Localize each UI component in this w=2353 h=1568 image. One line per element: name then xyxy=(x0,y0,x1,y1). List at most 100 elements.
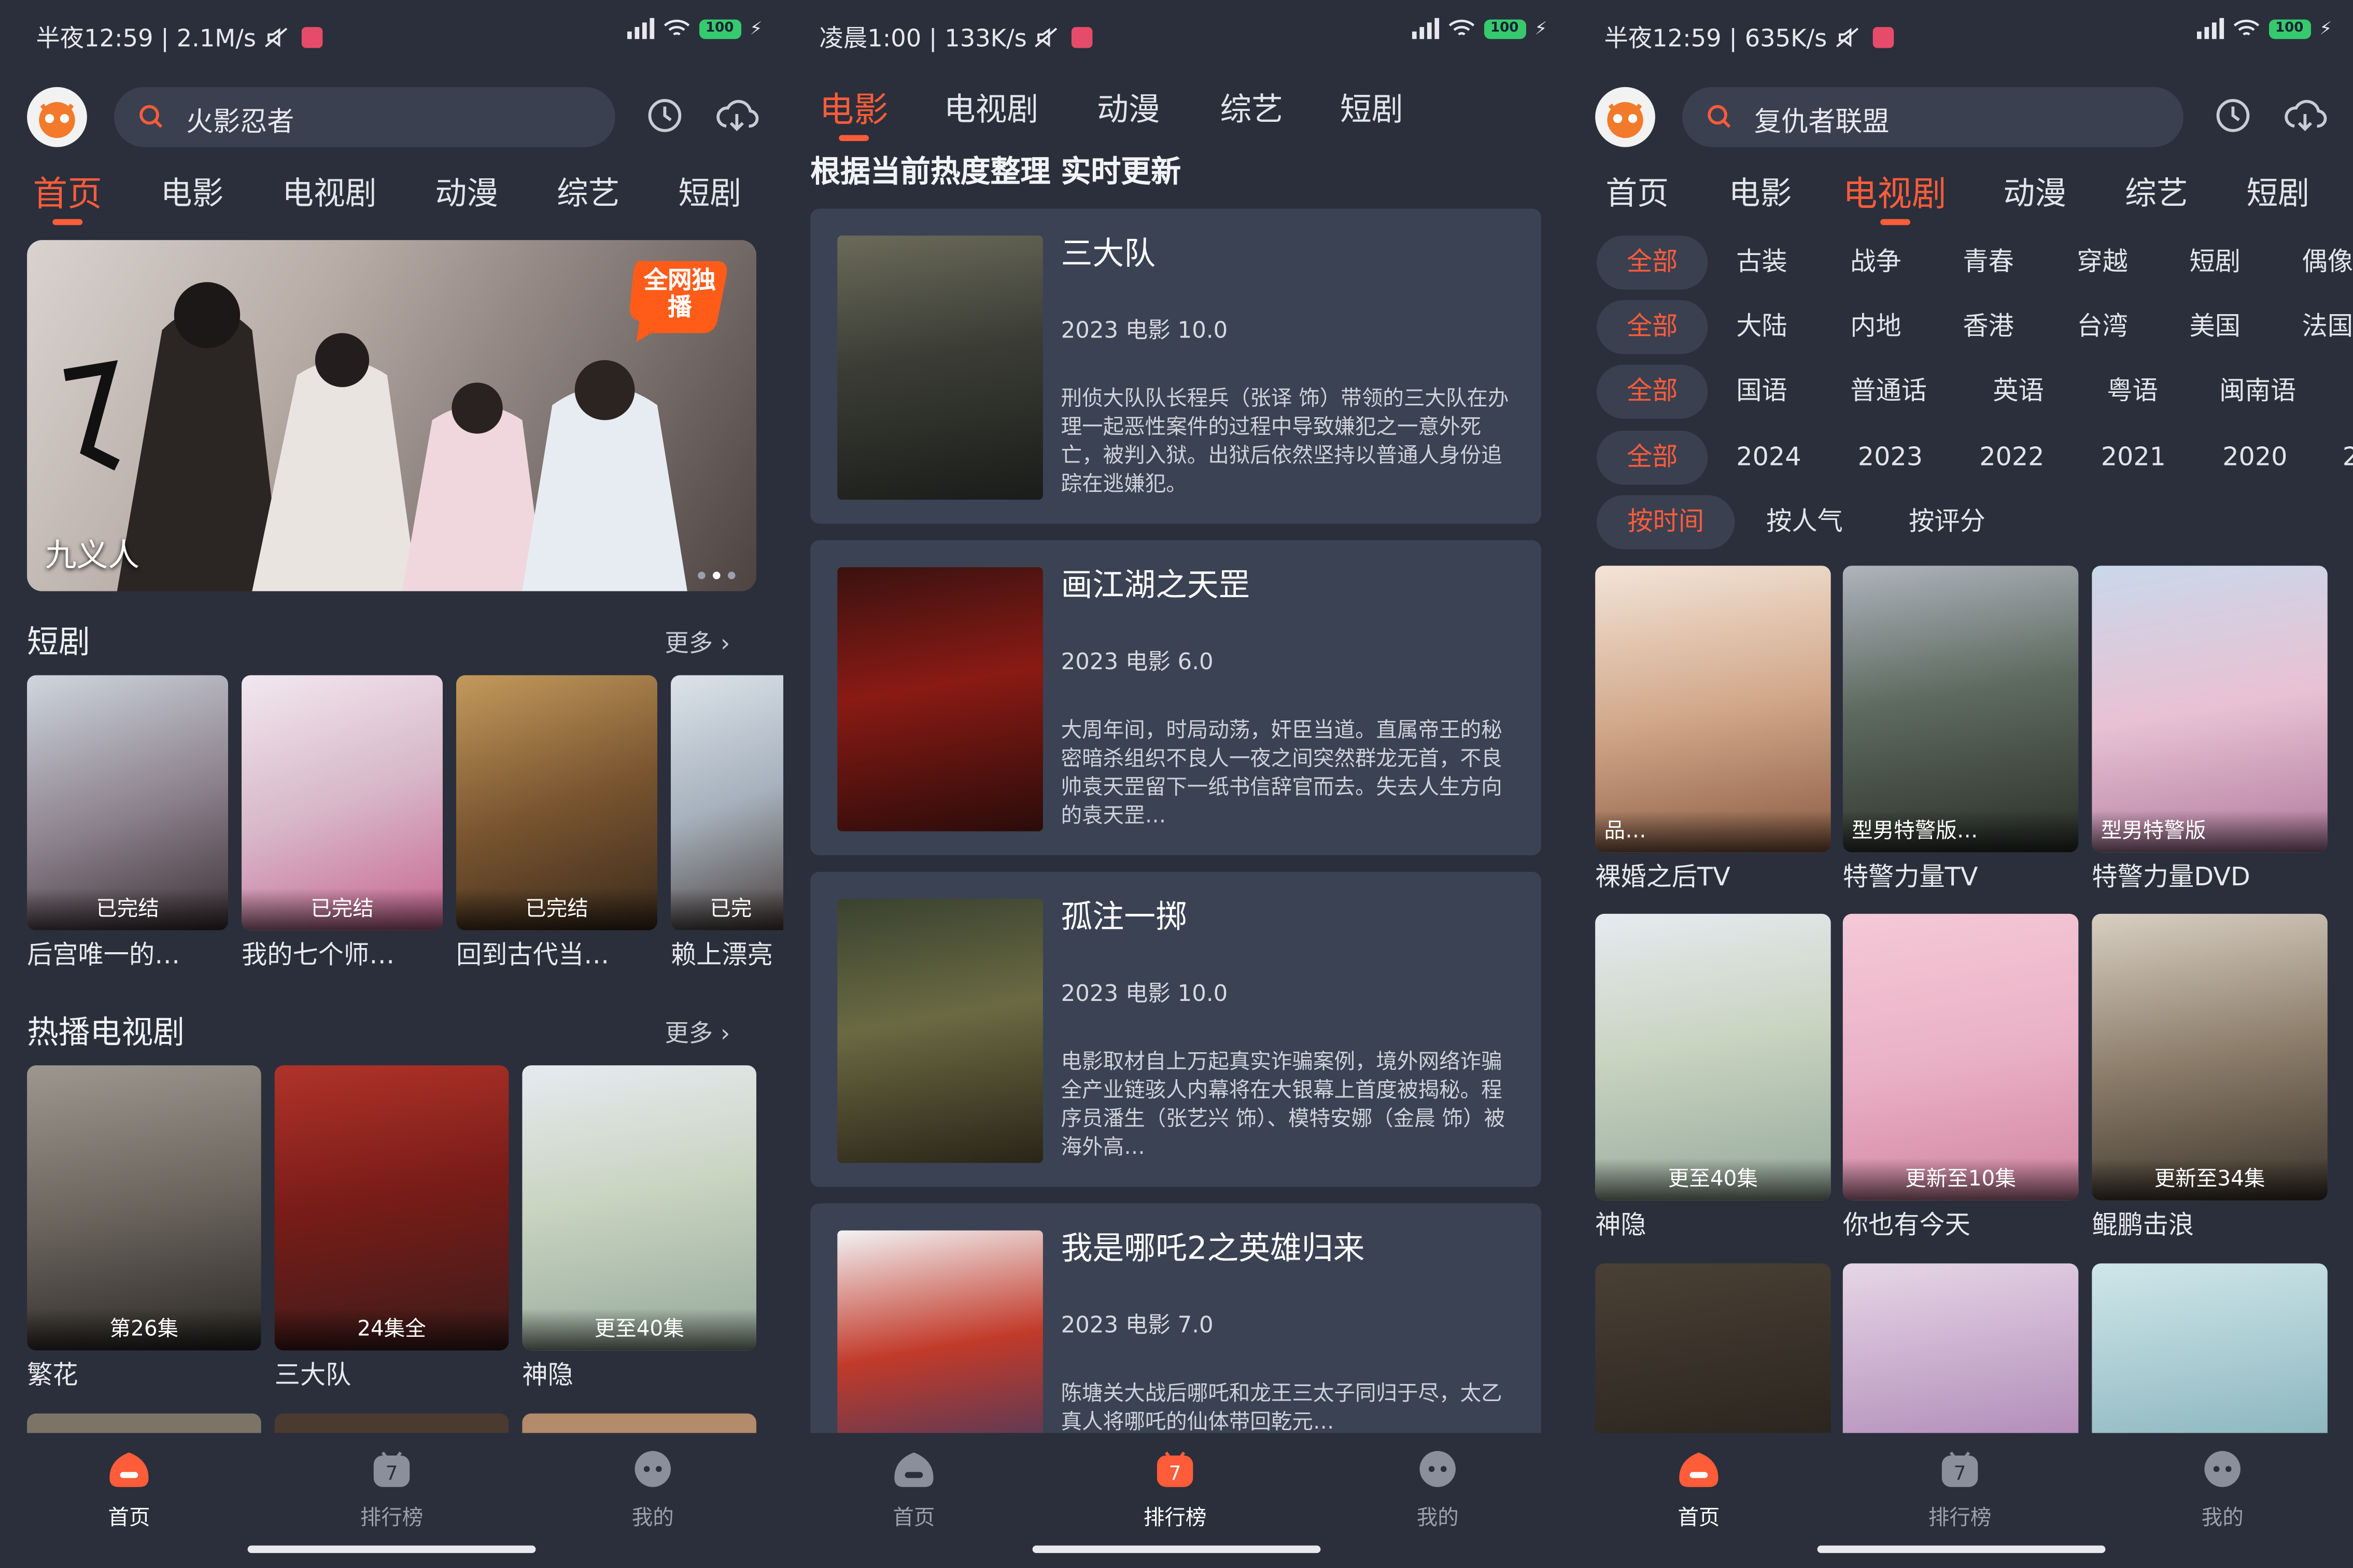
filter-chip[interactable]: 2024 xyxy=(1736,431,1801,485)
home-indicator[interactable] xyxy=(1816,1545,2105,1553)
filter-chip[interactable]: 2022 xyxy=(1979,431,2044,485)
tab-movie[interactable]: 电影 xyxy=(820,81,889,142)
nav-home[interactable]: 首页 xyxy=(1639,1448,1759,1532)
grid-poster-8[interactable] xyxy=(1842,1263,2079,1444)
grid-poster-7[interactable] xyxy=(1595,1263,1831,1444)
tab-short[interactable]: 短剧 xyxy=(1340,86,1403,131)
nav-ranking[interactable]: 7 排行榜 xyxy=(1900,1448,2020,1532)
grid-poster-1[interactable]: 品… xyxy=(1595,566,1831,853)
home-indicator[interactable] xyxy=(1032,1545,1320,1553)
grid-poster-6[interactable]: 更新至34集 xyxy=(2092,913,2328,1200)
filter-chip[interactable]: 短剧 xyxy=(2190,235,2241,289)
filter-chip[interactable]: 大陆 xyxy=(1736,300,1787,354)
short-poster-4[interactable]: 已完 xyxy=(670,675,784,930)
filter-chip[interactable]: 国语 xyxy=(1736,364,1787,418)
banner-carousel[interactable]: 全网独播 九义人 xyxy=(27,240,756,591)
carousel-dots xyxy=(698,571,736,580)
tab-home[interactable]: 首页 xyxy=(1605,169,1669,215)
nav-label: 排行榜 xyxy=(1143,1506,1207,1531)
filter-chip[interactable]: 全部 xyxy=(1597,300,1708,355)
filter-chip[interactable]: 美国 xyxy=(2190,300,2241,354)
nav-home[interactable]: 首页 xyxy=(854,1448,974,1532)
battery-icon: 100 xyxy=(698,19,741,38)
filter-chip[interactable]: 英语 xyxy=(1993,364,2044,418)
filter-chip[interactable]: 香港 xyxy=(1963,300,2013,354)
sort-chip[interactable]: 按时间 xyxy=(1597,495,1735,549)
filter-chip[interactable]: 战争 xyxy=(1850,235,1901,289)
history-icon[interactable] xyxy=(2214,96,2252,135)
download-icon[interactable] xyxy=(2282,96,2328,135)
filter-chip[interactable]: 全部 xyxy=(1597,364,1708,419)
filter-chip[interactable]: 内地 xyxy=(1850,300,1901,354)
nav-home[interactable]: 首页 xyxy=(69,1448,189,1532)
sort-chip[interactable]: 按评分 xyxy=(1909,495,1985,549)
grid-poster-4[interactable]: 更至40集 xyxy=(1595,913,1831,1200)
filter-chip[interactable]: 2021 xyxy=(2101,431,2166,485)
history-icon[interactable] xyxy=(645,96,684,135)
ranking-card-1[interactable]: 三大队 2023 电影 10.0 刑侦大队队长程兵（张译 饰）带领的三大队在办理… xyxy=(810,208,1541,524)
filter-chip[interactable]: 偶像 xyxy=(2302,235,2353,289)
filter-chip[interactable]: 2023 xyxy=(1858,431,1923,485)
mute-icon xyxy=(1835,27,1858,48)
tab-short[interactable]: 短剧 xyxy=(2247,169,2310,215)
hot-tv-poster-3[interactable]: 更至40集 xyxy=(522,1065,756,1351)
app-logo[interactable] xyxy=(27,87,87,147)
filter-chip[interactable]: 法国 xyxy=(2302,300,2353,354)
filter-chip[interactable]: 2020 xyxy=(2222,431,2287,485)
tab-anime[interactable]: 动漫 xyxy=(435,169,498,215)
more-link-hot-tv[interactable]: 更多 › xyxy=(665,1013,730,1049)
tab-tv[interactable]: 电视剧 xyxy=(282,169,376,215)
filter-chip[interactable]: 全部 xyxy=(1597,430,1708,485)
status-time-text: 半夜12:59 | 2.1M/s xyxy=(36,24,257,53)
more-link-short[interactable]: 更多 › xyxy=(665,623,730,658)
nav-mine[interactable]: 我的 xyxy=(2162,1448,2282,1532)
filter-chip[interactable]: 2 xyxy=(2343,431,2353,485)
status-icons: 100 ⚡ xyxy=(626,18,763,39)
tab-anime[interactable]: 动漫 xyxy=(2004,169,2067,215)
tab-tv[interactable]: 电视剧 xyxy=(944,86,1038,131)
nav-mine[interactable]: 我的 xyxy=(593,1448,713,1532)
short-poster-2[interactable]: 已完结 xyxy=(242,675,443,930)
hot-tv-poster-2[interactable]: 24集全 xyxy=(274,1065,509,1351)
poster-status: 更至40集 xyxy=(1595,1158,1831,1200)
tab-anime[interactable]: 动漫 xyxy=(1097,86,1160,131)
tab-variety[interactable]: 综艺 xyxy=(1220,86,1283,131)
filter-chip[interactable]: 全部 xyxy=(1597,235,1708,290)
grid-poster-5[interactable]: 更新至10集 xyxy=(1842,913,2079,1200)
nav-ranking[interactable]: 7 排行榜 xyxy=(332,1448,452,1532)
profile-nav-icon xyxy=(2204,1451,2241,1487)
filter-chip[interactable]: 闽南语 xyxy=(2219,364,2296,418)
search-input[interactable]: 火影忍者 xyxy=(114,87,615,147)
filter-chip[interactable]: 普通话 xyxy=(1850,364,1927,418)
tab-movie[interactable]: 电影 xyxy=(1729,169,1792,215)
grid-poster-9[interactable] xyxy=(2092,1263,2328,1444)
filter-chip[interactable]: 粤语 xyxy=(2107,364,2158,418)
filter-chip[interactable]: 穿越 xyxy=(2077,235,2127,289)
grid-poster-2[interactable]: 型男特警版… xyxy=(1842,566,2079,853)
tab-short[interactable]: 短剧 xyxy=(678,169,741,215)
tab-home[interactable]: 首页 xyxy=(33,165,102,225)
charging-icon: ⚡ xyxy=(1534,18,1547,39)
app-logo[interactable] xyxy=(1595,87,1655,147)
filter-chip[interactable]: 古装 xyxy=(1736,235,1787,289)
nav-ranking[interactable]: 7 排行榜 xyxy=(1115,1448,1235,1532)
filter-chip[interactable]: 青春 xyxy=(1963,235,2013,289)
grid-poster-3[interactable]: 型男特警版 xyxy=(2092,566,2328,853)
ranking-screen: 凌晨1:00 | 133K/s 100 ⚡ 电影 电视剧 动漫 综艺 短剧 根据… xyxy=(783,0,1569,1568)
short-poster-3[interactable]: 已完结 xyxy=(456,675,657,930)
tab-variety[interactable]: 综艺 xyxy=(557,169,620,215)
category-tabs: 首页 电影 电视剧 动漫 综艺 短剧 xyxy=(0,165,783,231)
nav-mine[interactable]: 我的 xyxy=(1377,1448,1498,1532)
ranking-card-3[interactable]: 孤注一掷 2023 电影 10.0 电影取材自上万起真实诈骗案例，境外网络诈骗全… xyxy=(810,871,1541,1187)
tab-tv[interactable]: 电视剧 xyxy=(1843,165,1947,225)
hot-tv-poster-1[interactable]: 第26集 xyxy=(27,1065,261,1351)
download-icon[interactable] xyxy=(714,96,759,135)
tab-variety[interactable]: 综艺 xyxy=(2125,169,2188,215)
search-input[interactable]: 复仇者联盟 xyxy=(1682,87,2183,147)
short-poster-1[interactable]: 已完结 xyxy=(27,675,229,930)
tab-movie[interactable]: 电影 xyxy=(161,169,224,215)
ranking-card-2[interactable]: 画江湖之天罡 2023 电影 6.0 大周年间，时局动荡，奸臣当道。直属帝王的秘… xyxy=(810,540,1541,856)
home-indicator[interactable] xyxy=(247,1545,536,1553)
filter-chip[interactable]: 台湾 xyxy=(2077,300,2127,354)
sort-chip[interactable]: 按人气 xyxy=(1766,495,1843,549)
